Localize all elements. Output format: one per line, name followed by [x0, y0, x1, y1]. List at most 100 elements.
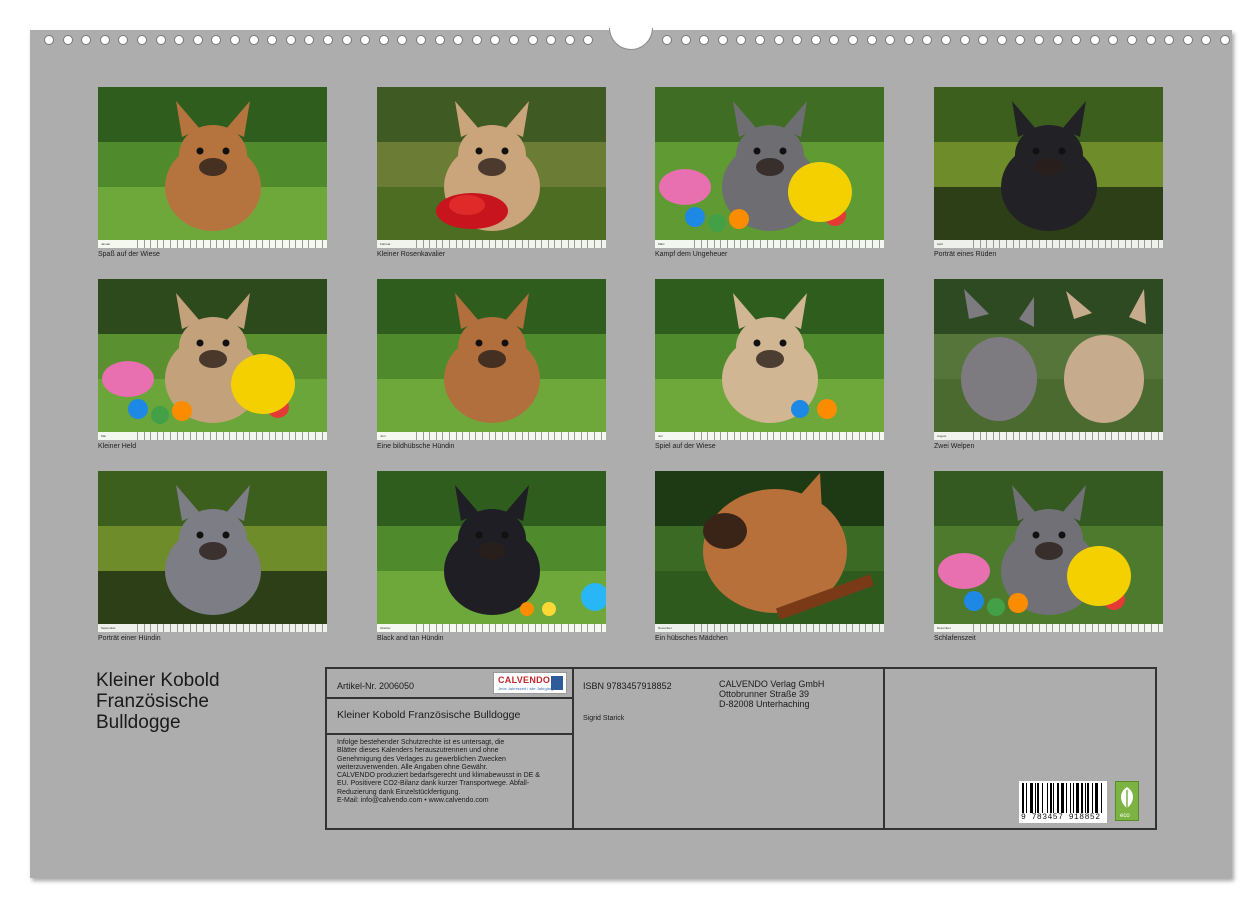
day-cell [481, 624, 489, 632]
day-cell [521, 432, 529, 440]
legal-notice: Infolge bestehender Schutzrechte ist es … [337, 739, 540, 805]
day-cell [189, 240, 197, 248]
day-cell [495, 432, 502, 440]
month-date-strip: Dezember [934, 624, 1163, 632]
day-cell [753, 432, 760, 440]
day-cell [746, 432, 754, 440]
barcode-bar [1049, 783, 1052, 813]
barcode-bar [1069, 783, 1071, 813]
day-cell [255, 624, 263, 632]
legal-line: E-Mail: info@calvendo.com • www.calvendo… [337, 797, 489, 805]
day-cell [1005, 432, 1013, 440]
day-cell [992, 624, 1000, 632]
day-cell [865, 240, 872, 248]
day-cell [759, 240, 767, 248]
title-line: Kleiner Kobold [96, 670, 220, 691]
photo-illustration [934, 279, 1163, 440]
binding-hole [248, 35, 259, 45]
day-cell [1131, 624, 1138, 632]
binding-hole [959, 35, 970, 45]
month-caption: Porträt einer Hündin [98, 635, 161, 642]
binding-hole [44, 35, 54, 45]
day-cell [1124, 624, 1132, 632]
divider [327, 733, 572, 735]
photo-illustration [377, 279, 606, 440]
day-cell [1052, 432, 1059, 440]
day-cell [773, 240, 780, 248]
month-tile: Mai Kleiner Held [98, 279, 327, 450]
binding-hole [453, 35, 464, 45]
day-cell [514, 624, 522, 632]
day-cell [1104, 432, 1112, 440]
day-cell [1151, 624, 1158, 632]
month-caption: Spaß auf der Wiese [98, 251, 160, 258]
day-cell [435, 432, 443, 440]
barcode-bar [1047, 783, 1048, 813]
day-cell [806, 240, 813, 248]
binding-hole [1220, 35, 1230, 45]
day-cell [878, 240, 884, 248]
day-cell [812, 240, 820, 248]
month-photo: Juni [377, 279, 606, 440]
day-cell [202, 432, 210, 440]
day-cell [150, 240, 157, 248]
day-cell [999, 432, 1006, 440]
day-cell [448, 432, 456, 440]
month-tile: Januar Spaß auf der Wiese [98, 87, 327, 258]
day-cell [321, 624, 327, 632]
day-cell [468, 624, 476, 632]
month-tile: März Kampf dem Ungeheuer [655, 87, 884, 258]
day-cell [1025, 240, 1033, 248]
day-cell [779, 240, 787, 248]
barcode-bar [1080, 783, 1083, 813]
binding-hole [230, 35, 240, 45]
month-label: Mai [101, 434, 106, 438]
legal-line: Blätter dieses Kalenders herauszutrennen… [337, 747, 499, 755]
binding-hole [1108, 35, 1119, 45]
day-cell [468, 240, 476, 248]
day-cell [872, 624, 879, 632]
day-cell [308, 240, 315, 248]
day-cell [416, 432, 423, 440]
day-cell [766, 432, 774, 440]
day-cell [819, 240, 826, 248]
day-cell [700, 240, 708, 248]
day-cell [561, 240, 568, 248]
day-cell [766, 624, 774, 632]
month-tile: Oktober Black and tan Hündin [377, 471, 606, 642]
day-cell [792, 624, 800, 632]
day-cell [845, 624, 853, 632]
day-cell [1065, 624, 1072, 632]
legal-line: Reduzierung dank Einzelstückfertigung. [337, 788, 461, 796]
day-cell [1151, 432, 1158, 440]
binding-hole [471, 35, 482, 45]
barcode-bar [1073, 783, 1075, 813]
binding-hole [1201, 35, 1212, 45]
day-cell [1144, 432, 1151, 440]
day-cell [587, 240, 594, 248]
month-tile: August Zwei Welpen [934, 279, 1163, 450]
day-cell [1091, 624, 1099, 632]
title-line: Bulldogge [96, 712, 181, 733]
day-cell [268, 624, 276, 632]
day-cell [137, 624, 144, 632]
day-cell [1111, 432, 1118, 440]
day-cell [567, 432, 575, 440]
day-cell [1111, 240, 1118, 248]
day-cell [462, 624, 469, 632]
binding-hole [527, 35, 538, 45]
month-caption: Spiel auf der Wiese [655, 443, 716, 450]
binding-hole [137, 35, 147, 45]
day-cell [422, 624, 430, 632]
divider [572, 669, 574, 828]
day-cell [156, 432, 164, 440]
day-cell [567, 240, 575, 248]
month-caption: Ein hübsches Mädchen [655, 635, 728, 642]
day-cell [222, 240, 230, 248]
day-cell [255, 240, 263, 248]
day-cell [288, 240, 296, 248]
day-cell [488, 240, 496, 248]
photo-illustration [655, 279, 884, 440]
photo-illustration [377, 87, 606, 248]
day-cell [315, 432, 322, 440]
